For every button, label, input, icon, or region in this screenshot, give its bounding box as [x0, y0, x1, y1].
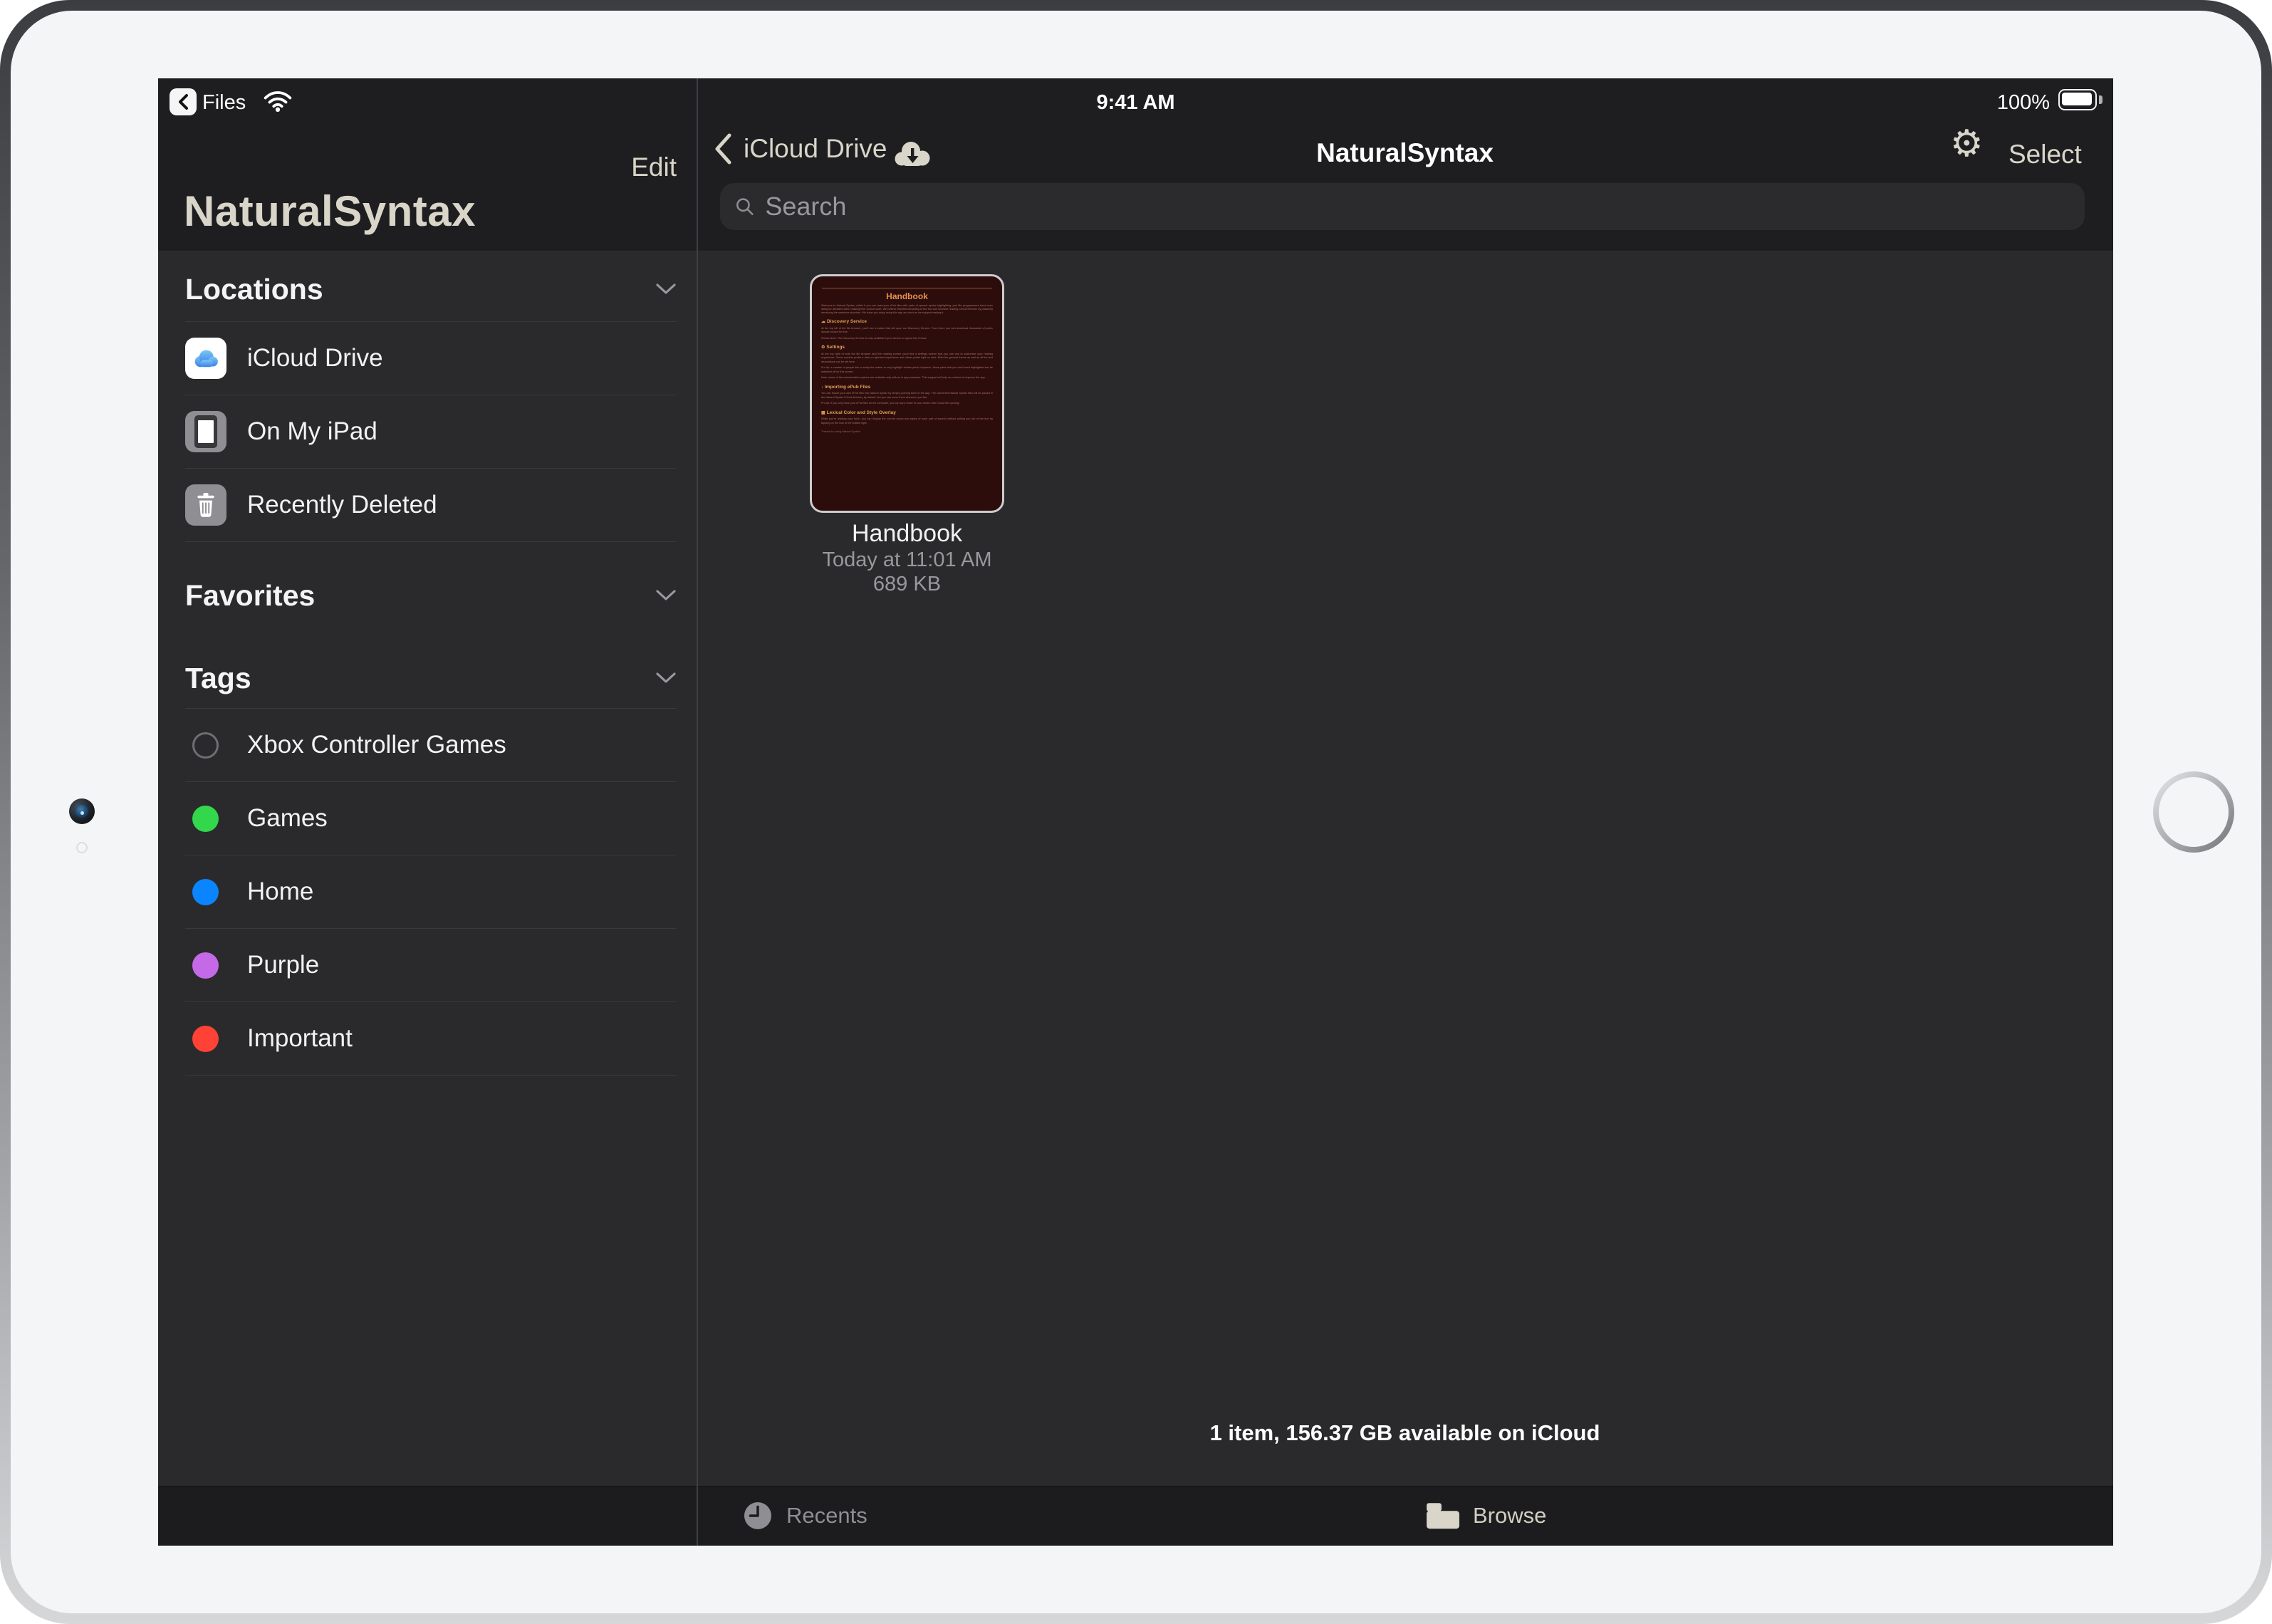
tag-label: Games	[247, 804, 328, 833]
tab-label: Recents	[786, 1503, 867, 1529]
tag-label: Xbox Controller Games	[247, 731, 506, 759]
file-thumbnail-handbook[interactable]: Handbook Welcome to Natural Syntax, with…	[810, 274, 1004, 513]
ipad-icon	[185, 411, 226, 452]
locations-list: iCloud Drive On My iPad Recently Deleted	[185, 321, 677, 542]
chevron-left-icon	[177, 93, 189, 110]
wifi-icon	[264, 90, 292, 113]
search-bar[interactable]	[720, 183, 2085, 230]
sidebar-tag-games[interactable]: Games	[185, 782, 677, 855]
sidebar-tag-important[interactable]: Important	[185, 1002, 677, 1076]
tags-list: Xbox Controller Games Games Home Purple …	[185, 708, 677, 1076]
doc-paragraph: You can import your own ePub files into …	[821, 392, 993, 400]
cloud-icon: ☁	[821, 320, 825, 324]
battery-fill	[2062, 93, 2092, 105]
sidebar-item-label: On My iPad	[247, 417, 377, 446]
search-input[interactable]	[765, 192, 2070, 222]
tab-bar-background	[158, 1486, 2113, 1546]
sidebar-item-label: iCloud Drive	[247, 344, 383, 373]
trash-icon	[185, 484, 226, 526]
doc-paragraph: Pro tip: If you only have your ePub file…	[821, 402, 993, 405]
sidebar-tag-purple[interactable]: Purple	[185, 929, 677, 1002]
doc-footer: Thanks for using Natural Syntax!	[821, 430, 993, 433]
gear-icon: ⚙	[821, 345, 825, 350]
sidebar-item-label: Recently Deleted	[247, 491, 437, 519]
folder-icon	[1426, 1501, 1460, 1530]
doc-paragraph: Pro tip: a number of people like to setu…	[821, 366, 993, 374]
sidebar-divider	[697, 78, 698, 1546]
ambient-light-sensor	[76, 842, 88, 853]
sidebar-item-on-my-ipad[interactable]: On My iPad	[185, 395, 677, 469]
home-button-face	[2159, 777, 2229, 847]
chevron-down-icon[interactable]	[655, 589, 677, 602]
front-camera-icon	[69, 798, 95, 824]
tag-circle-icon	[192, 806, 219, 832]
tab-label: Browse	[1473, 1503, 1546, 1529]
clock-icon	[742, 1500, 773, 1531]
tag-label: Important	[247, 1024, 353, 1053]
tag-circle-icon	[192, 952, 219, 979]
tab-browse[interactable]: Browse	[1426, 1486, 1546, 1546]
sidebar-item-recently-deleted[interactable]: Recently Deleted	[185, 469, 677, 542]
tag-label: Home	[247, 878, 313, 906]
doc-paragraph: Note: some of the customization options …	[821, 376, 993, 380]
gear-icon[interactable]: ⚙	[1950, 125, 1984, 162]
sidebar-item-icloud-drive[interactable]: iCloud Drive	[185, 322, 677, 395]
status-bar-time: 9:41 AM	[697, 91, 1575, 115]
sidebar-section-favorites[interactable]: Favorites	[185, 578, 677, 613]
back-to-app-button[interactable]	[170, 88, 197, 115]
edit-button[interactable]: Edit	[185, 152, 677, 182]
sidebar-section-tags[interactable]: Tags	[185, 661, 677, 695]
tag-label: Purple	[247, 951, 319, 979]
file-name-label[interactable]: Handbook	[810, 520, 1004, 548]
doc-title: Handbook	[821, 291, 993, 301]
battery-icon	[2058, 89, 2097, 110]
doc-heading: ↓Importing ePub Files	[821, 385, 993, 390]
section-title: Locations	[185, 273, 323, 306]
overlay-icon: ▦	[821, 411, 825, 415]
doc-paragraph: Please Note: The Discovery Service is on…	[821, 337, 993, 340]
chevron-down-icon[interactable]	[655, 283, 677, 296]
sidebar-tag-xbox-controller-games[interactable]: Xbox Controller Games	[185, 709, 677, 782]
import-icon: ↓	[821, 385, 823, 390]
sidebar-app-title: NaturalSyntax	[184, 187, 476, 236]
camera-glint	[80, 811, 84, 815]
chevron-down-icon[interactable]	[655, 672, 677, 685]
sidebar-tag-home[interactable]: Home	[185, 855, 677, 929]
file-modified-label: Today at 11:01 AM	[788, 548, 1026, 572]
select-button[interactable]: Select	[2008, 140, 2082, 170]
tag-circle-icon	[192, 732, 219, 759]
home-button[interactable]	[2153, 771, 2234, 853]
section-title: Tags	[185, 662, 251, 695]
tag-circle-icon	[192, 1026, 219, 1052]
sidebar-section-locations[interactable]: Locations	[185, 272, 677, 306]
battery-percent-label: 100%	[1981, 91, 2050, 115]
doc-heading: ▦Lexical Color and Style Overlay	[821, 410, 993, 415]
page-title: NaturalSyntax	[697, 138, 2113, 168]
doc-heading: ⚙Settings	[821, 345, 993, 350]
files-app-screen: Files 9:41 AM 100% Edit NaturalSyntax Lo…	[158, 78, 2113, 1546]
doc-paragraph: At the top left of the file browser, you…	[821, 327, 993, 335]
back-to-app-label[interactable]: Files	[202, 91, 246, 115]
search-icon	[734, 196, 755, 217]
doc-paragraph: While you're reading your book, you can …	[821, 417, 993, 425]
doc-heading: ☁Discovery Service	[821, 319, 993, 324]
doc-paragraph: At the top right of both the file browse…	[821, 353, 993, 364]
tag-circle-icon	[192, 879, 219, 905]
item-count-status: 1 item, 156.37 GB available on iCloud	[697, 1420, 2113, 1446]
tab-recents[interactable]: Recents	[742, 1486, 867, 1546]
doc-paragraph: Welcome to Natural Syntax, within it you…	[821, 304, 993, 316]
section-title: Favorites	[185, 579, 315, 613]
file-size-label: 689 KB	[810, 573, 1004, 596]
icloud-drive-icon	[185, 338, 226, 379]
battery-nub	[2099, 95, 2102, 104]
